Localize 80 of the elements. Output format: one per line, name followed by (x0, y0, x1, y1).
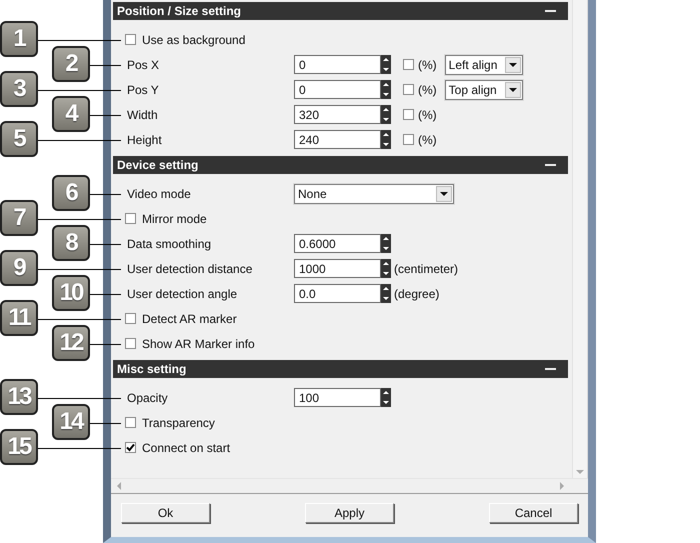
percent-label: (%) (418, 132, 437, 146)
vertical-scrollbar[interactable] (572, 0, 587, 478)
callout-number: 13 (0, 378, 38, 414)
checkbox-label: Show AR Marker info (142, 336, 255, 350)
dialog-button[interactable]: Cancel (489, 502, 578, 522)
horizontal-scrollbar[interactable] (111, 478, 588, 494)
callout-number: 5 (0, 120, 38, 156)
spin-buttons[interactable] (381, 105, 391, 124)
number-field[interactable]: 0.0 (294, 284, 381, 303)
number-field[interactable]: 100 (294, 388, 381, 407)
dialog-button[interactable]: Apply (305, 502, 394, 522)
checkbox-label: Use as background (142, 32, 246, 46)
callout-number: 12 (52, 324, 90, 360)
field-label: Height (126, 132, 163, 146)
section-title: Device setting (117, 158, 198, 172)
percent-label: (%) (418, 82, 437, 96)
number-field[interactable]: 320 (294, 105, 381, 124)
callout-number: 7 (0, 200, 38, 236)
checkbox[interactable] (125, 34, 136, 45)
callout-number: 9 (0, 250, 38, 286)
spin-buttons[interactable] (381, 234, 391, 253)
spin-buttons[interactable] (381, 80, 391, 99)
checkbox-label: Connect on start (142, 440, 230, 454)
number-field[interactable]: 1000 (294, 259, 381, 278)
section-header[interactable]: Device setting (113, 156, 568, 174)
checkbox-label: Transparency (142, 416, 215, 430)
number-field[interactable]: 0.6000 (294, 234, 381, 253)
callout-number: 1 (0, 20, 38, 56)
checkbox[interactable] (125, 417, 136, 428)
callout-number: 2 (52, 46, 90, 82)
spin-buttons[interactable] (381, 388, 391, 407)
percent-checkbox[interactable] (403, 84, 414, 95)
percent-checkbox[interactable] (403, 109, 414, 120)
section-header[interactable]: Position / Size setting (113, 2, 568, 20)
percent-label: (%) (418, 108, 437, 122)
spin-buttons[interactable] (381, 259, 391, 278)
checkbox[interactable] (125, 313, 136, 324)
dialog-button[interactable]: Ok (121, 502, 210, 522)
checkbox[interactable] (125, 213, 136, 224)
leader-line (90, 64, 121, 66)
callout-number: 10 (52, 274, 90, 310)
checkbox-label: Mirror mode (142, 212, 207, 226)
field-label: Width (126, 108, 159, 122)
field-label: Pos Y (126, 82, 160, 96)
callout-number: 15 (0, 428, 38, 464)
field-label: User detection distance (126, 262, 254, 276)
callout-number: 3 (0, 70, 38, 106)
unit-label: (centimeter) (394, 262, 458, 276)
field-label: Data smoothing (126, 236, 212, 250)
spin-buttons[interactable] (381, 130, 391, 149)
leader-line (90, 114, 121, 116)
number-field[interactable]: 240 (294, 130, 381, 149)
field-label: User detection angle (126, 286, 238, 300)
leader-line (90, 422, 121, 424)
percent-label: (%) (418, 58, 437, 72)
section-title: Position / Size setting (117, 4, 242, 18)
unit-label: (degree) (394, 286, 440, 300)
callout-number: 8 (52, 224, 90, 260)
spin-buttons[interactable] (381, 55, 391, 74)
field-label: Opacity (126, 390, 169, 404)
number-field[interactable]: 0 (294, 80, 381, 99)
callout-number: 4 (52, 96, 90, 132)
section-title: Misc setting (117, 362, 186, 376)
percent-checkbox[interactable] (403, 59, 414, 70)
mode-dropdown[interactable]: None (294, 184, 454, 204)
align-dropdown[interactable]: Top align (444, 80, 523, 100)
field-label: Video mode (126, 186, 192, 200)
percent-checkbox[interactable] (403, 134, 414, 145)
spin-buttons[interactable] (381, 284, 391, 303)
callout-number: 6 (52, 174, 90, 210)
align-dropdown[interactable]: Left align (444, 54, 523, 74)
callout-number: 11 (0, 300, 38, 336)
number-field[interactable]: 0 (294, 55, 381, 74)
check-icon (126, 443, 135, 452)
section-header[interactable]: Misc setting (113, 360, 568, 378)
checkbox[interactable] (125, 442, 136, 453)
field-label: Pos X (126, 58, 160, 72)
checkbox[interactable] (125, 338, 136, 349)
callout-number: 14 (52, 404, 90, 440)
checkbox-label: Detect AR marker (142, 312, 237, 326)
